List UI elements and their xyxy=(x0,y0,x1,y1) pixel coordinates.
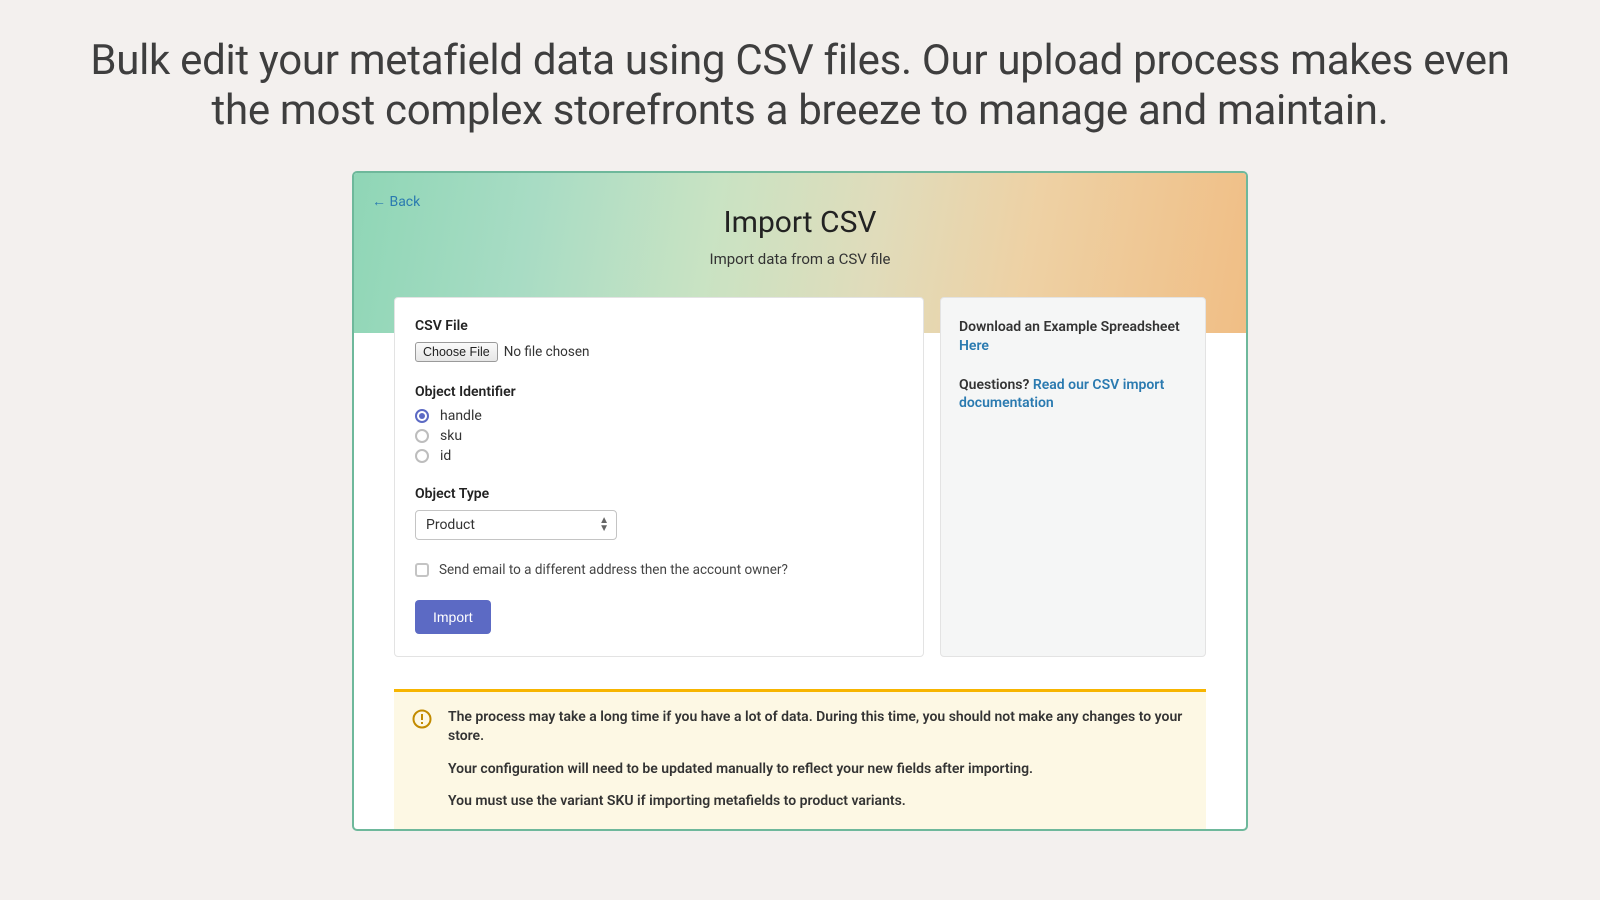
warning-line-3: You must use the variant SKU if importin… xyxy=(448,792,1188,811)
sidebar-card: Download an Example Spreadsheet Here Que… xyxy=(940,297,1206,657)
warning-banner: The process may take a long time if you … xyxy=(394,689,1206,830)
page-heading: Bulk edit your metafield data using CSV … xyxy=(0,0,1600,157)
checkbox-label: Send email to a different address then t… xyxy=(439,562,788,578)
checkbox-icon xyxy=(415,563,429,577)
select-value: Product xyxy=(415,510,617,540)
warning-line-2: Your configuration will need to be updat… xyxy=(448,760,1188,779)
radio-sku[interactable]: sku xyxy=(415,428,903,444)
content-row: CSV File Choose File No file chosen Obje… xyxy=(354,297,1246,679)
page-subtitle: Import data from a CSV file xyxy=(354,250,1246,268)
file-input-row: Choose File No file chosen xyxy=(415,342,903,362)
file-status-text: No file chosen xyxy=(504,344,590,360)
object-type-label: Object Type xyxy=(415,486,903,502)
radio-label: id xyxy=(440,448,451,464)
import-form-card: CSV File Choose File No file chosen Obje… xyxy=(394,297,924,657)
object-identifier-group: handle sku id xyxy=(415,408,903,464)
warning-text: The process may take a long time if you … xyxy=(448,708,1188,826)
radio-handle[interactable]: handle xyxy=(415,408,903,424)
import-button[interactable]: Import xyxy=(415,600,491,634)
example-spreadsheet-text: Download an Example Spreadsheet Here xyxy=(959,318,1187,356)
warning-icon xyxy=(412,709,432,729)
example-here-link[interactable]: Here xyxy=(959,338,989,354)
radio-icon xyxy=(415,409,429,423)
warning-line-1: The process may take a long time if you … xyxy=(448,708,1188,746)
email-checkbox-row[interactable]: Send email to a different address then t… xyxy=(415,562,903,578)
choose-file-button[interactable]: Choose File xyxy=(415,342,498,362)
page-title: Import CSV xyxy=(354,205,1246,240)
radio-label: sku xyxy=(440,428,462,444)
object-type-select[interactable]: Product ▲▼ xyxy=(415,510,617,540)
radio-icon xyxy=(415,449,429,463)
csv-file-label: CSV File xyxy=(415,318,903,334)
radio-id[interactable]: id xyxy=(415,448,903,464)
back-link[interactable]: ← Back xyxy=(372,193,420,210)
radio-label: handle xyxy=(440,408,482,424)
questions-text: Questions? Read our CSV import documenta… xyxy=(959,376,1187,414)
object-identifier-label: Object Identifier xyxy=(415,384,903,400)
app-window: ← Back Import CSV Import data from a CSV… xyxy=(352,171,1248,832)
radio-icon xyxy=(415,429,429,443)
